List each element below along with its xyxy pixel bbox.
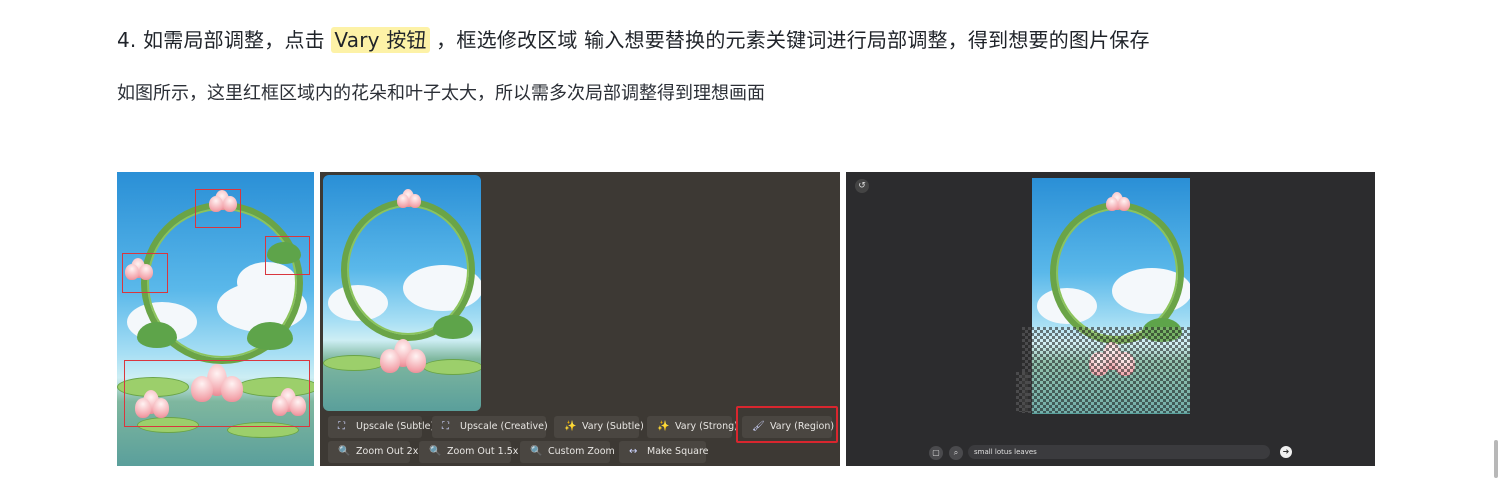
- vary-region-editor: ↺ ▢ ⌕ small lotus leaves ➜: [846, 172, 1375, 466]
- midjourney-result-panel: ⛶ Upscale (Subtle) ⛶ Upscale (Creative) ✨ V…: [320, 172, 840, 466]
- selected-region-mask-edge: [1016, 372, 1028, 412]
- step-title-suffix: ，框选修改区域 输入想要替换的元素关键词进行局部调整，得到想要的图片保存: [429, 28, 1150, 52]
- rectangle-select-icon[interactable]: ▢: [929, 446, 943, 460]
- submit-icon[interactable]: ➜: [1280, 446, 1292, 458]
- make-square-button[interactable]: ↔ Make Square: [619, 441, 709, 463]
- prompt-input-value: small lotus leaves: [974, 448, 1037, 456]
- undo-icon[interactable]: ↺: [855, 179, 869, 193]
- step-description: 如图所示，这里红框区域内的花朵和叶子太大，所以需多次局部调整得到理想画面: [117, 83, 765, 104]
- step-4-title: 4. 如需局部调整，点击 Vary 按钮 ，框选修改区域 输入想要替换的元素关键…: [117, 26, 1150, 54]
- red-box-left-flower: [122, 253, 168, 293]
- vary-button-highlight: Vary 按钮: [331, 27, 430, 53]
- magnifier-icon: 🔍: [429, 446, 442, 457]
- arrows-horizontal-icon: ↔: [629, 446, 638, 457]
- zoom-out-1-5x-button[interactable]: 🔍 Zoom Out 1.5x: [419, 441, 518, 463]
- page-scrollbar[interactable]: [1494, 440, 1498, 478]
- magnifier-icon: 🔍: [338, 446, 351, 457]
- expand-icon: ⛶: [338, 421, 345, 432]
- result-thumbnail[interactable]: [323, 175, 481, 411]
- red-box-right-leaf: [265, 236, 310, 275]
- custom-zoom-button[interactable]: 🔍 Custom Zoom: [520, 441, 615, 463]
- magic-wand-icon: ✨: [657, 421, 670, 432]
- vary-strong-button[interactable]: ✨ Vary (Strong): [647, 416, 738, 438]
- lasso-select-icon[interactable]: ⌕: [949, 446, 963, 460]
- selected-region-mask[interactable]: [1022, 327, 1190, 413]
- expand-icon: ⛶: [442, 421, 449, 432]
- upscale-subtle-button[interactable]: ⛶ Upscale (Subtle): [328, 416, 434, 438]
- annotated-lotus-image: [117, 172, 314, 466]
- vary-region-red-highlight: [736, 406, 838, 443]
- red-box-top-flower: [195, 189, 241, 228]
- magnifier-icon: 🔍: [530, 446, 543, 457]
- upscale-creative-button[interactable]: ⛶ Upscale (Creative): [432, 416, 548, 438]
- magic-wand-icon: ✨: [564, 421, 577, 432]
- step-title-prefix: 4. 如需局部调整，点击: [117, 28, 332, 52]
- zoom-out-2x-button[interactable]: 🔍 Zoom Out 2x: [328, 441, 418, 463]
- vary-subtle-button[interactable]: ✨ Vary (Subtle): [554, 416, 644, 438]
- red-box-bottom-flowers: [124, 360, 310, 427]
